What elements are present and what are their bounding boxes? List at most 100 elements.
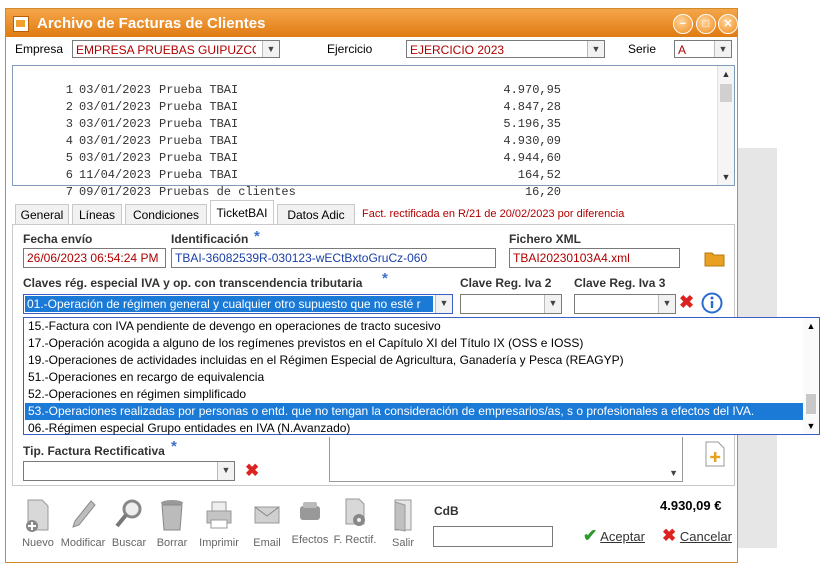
ejercicio-select[interactable]: EJERCICIO 2023 ▼: [406, 40, 605, 58]
invoice-amount: 164,52: [517, 168, 561, 182]
notes-textarea[interactable]: ▼: [329, 437, 683, 482]
list-item[interactable]: 2 03/01/2023 Prueba TBAI 4.847,28: [13, 86, 561, 114]
invoice-date: 03/01/2023: [79, 134, 152, 148]
clave-reg-iva3-label: Clave Reg. Iva 3: [574, 276, 666, 290]
window-title: Archivo de Facturas de Clientes: [37, 15, 266, 32]
add-document-icon[interactable]: [704, 441, 726, 467]
nuevo-button[interactable]: Nuevo: [16, 494, 60, 554]
borrar-button[interactable]: Borrar: [150, 494, 194, 554]
serie-value: A: [678, 43, 687, 57]
fecha-envio-field[interactable]: 26/06/2023 06:54:24 PM: [23, 248, 166, 268]
imprimir-button[interactable]: Imprimir: [197, 494, 241, 554]
cancelar-label: Cancelar: [679, 529, 732, 544]
stack-icon: [300, 502, 320, 520]
clear-icon[interactable]: ✖: [679, 292, 694, 313]
dropdown-option[interactable]: 06.-Régimen especial Grupo entidades en …: [25, 420, 806, 437]
tab-general[interactable]: General: [15, 204, 69, 225]
dropdown-option[interactable]: 17.-Operación acogida a alguno de los re…: [25, 335, 806, 352]
invoice-amount: 16,20: [524, 185, 561, 199]
invoice-amount: 4.847,28: [503, 100, 561, 114]
empresa-select[interactable]: EMPRESA PRUEBAS GUIPUZCOA ▼: [72, 40, 280, 58]
app-icon: [13, 16, 29, 32]
chevron-down-icon[interactable]: ▼: [262, 41, 279, 57]
identificacion-label: Identificación: [171, 232, 249, 246]
list-item[interactable]: 3 03/01/2023 Prueba TBAI 5.196,35: [13, 103, 561, 131]
dropdown-option[interactable]: 52.-Operaciones en régimen simplificado: [25, 386, 806, 403]
aceptar-button[interactable]: ✔ Aceptar: [583, 526, 645, 546]
doc-gear-icon: [345, 498, 365, 526]
scroll-up-icon[interactable]: ▲: [718, 67, 734, 81]
invoice-date: 11/04/2023: [79, 168, 152, 182]
info-icon[interactable]: [701, 292, 723, 314]
chevron-down-icon[interactable]: ▼: [587, 41, 604, 57]
list-item[interactable]: 7 09/01/2023 Pruebas de clientes 16,20: [13, 171, 561, 199]
dropdown-option[interactable]: 51.-Operaciones en recargo de equivalenc…: [25, 369, 806, 386]
scroll-down-icon[interactable]: ▼: [718, 170, 734, 184]
tab-ticketbai[interactable]: TicketBAI: [210, 200, 274, 226]
serie-select[interactable]: A ▼: [674, 40, 732, 58]
invoice-list[interactable]: 1 03/01/2023 Prueba TBAI 4.970,95 2 03/01/20…: [12, 65, 735, 199]
maximize-button[interactable]: □: [696, 14, 716, 34]
required-star-icon: *: [171, 438, 177, 455]
title-bar[interactable]: Archivo de Facturas de Clientes − □ ✕: [6, 9, 738, 37]
identificacion-field[interactable]: TBAI-36082539R-030123-wECtBxtoGruCz-060: [171, 248, 496, 268]
list-item[interactable]: 6 11/04/2023 Prueba TBAI 164,52: [13, 154, 561, 182]
claves-label: Claves rég. especial IVA y op. con trans…: [23, 276, 363, 290]
fichero-xml-label: Fichero XML: [509, 232, 582, 246]
invoice-desc: Prueba TBAI: [159, 83, 239, 97]
invoice-date: 03/01/2023: [79, 100, 152, 114]
invoice-amount: 4.930,09: [503, 134, 561, 148]
tip-factura-label: Tip. Factura Rectificativa: [23, 444, 165, 458]
tip-factura-select[interactable]: ▼: [23, 461, 235, 481]
pencil-icon: [72, 500, 96, 528]
modificar-button[interactable]: Modificar: [61, 494, 105, 554]
scroll-down-icon[interactable]: ▼: [803, 419, 819, 433]
f-rectif-button[interactable]: F. Rectif.: [333, 492, 377, 552]
fecha-envio-label: Fecha envío: [23, 232, 93, 246]
chevron-down-icon[interactable]: ▼: [669, 468, 678, 478]
efectos-button[interactable]: Efectos: [288, 492, 332, 552]
chevron-down-icon[interactable]: ▼: [714, 41, 731, 57]
fichero-xml-field[interactable]: TBAI20230103A4.xml: [509, 248, 680, 268]
invoice-date: 03/01/2023: [79, 151, 152, 165]
invoice-date: 09/01/2023: [79, 185, 152, 199]
required-star-icon: *: [382, 270, 388, 287]
cdb-label: CdB: [434, 504, 459, 518]
salir-button[interactable]: Salir: [381, 494, 425, 554]
tab-datos-adic[interactable]: Datos Adic: [277, 204, 355, 225]
cancelar-button[interactable]: ✖ Cancelar: [662, 526, 732, 546]
door-icon: [394, 499, 412, 532]
list-item[interactable]: 5 03/01/2023 Prueba TBAI 4.944,60: [13, 137, 561, 165]
close-button[interactable]: ✕: [718, 14, 738, 34]
list-scrollbar[interactable]: ▲ ▼: [717, 66, 734, 185]
folder-icon[interactable]: [704, 250, 726, 267]
clave-regimen-dropdown[interactable]: 15.-Factura con IVA pendiente de devengo…: [23, 317, 820, 435]
chevron-down-icon[interactable]: ▼: [658, 295, 675, 313]
tab-condiciones[interactable]: Condiciones: [125, 204, 207, 225]
invoice-desc: Prueba TBAI: [159, 151, 239, 165]
list-item[interactable]: 4 03/01/2023 Prueba TBAI 4.930,09: [13, 120, 561, 148]
chevron-down-icon[interactable]: ▼: [217, 462, 234, 480]
tab-lineas[interactable]: Líneas: [72, 204, 122, 225]
clave-reg-iva2-select[interactable]: ▼: [460, 294, 562, 314]
scroll-up-icon[interactable]: ▲: [803, 319, 819, 333]
scroll-thumb[interactable]: [806, 394, 816, 414]
cdb-input[interactable]: [433, 526, 553, 547]
scroll-thumb[interactable]: [720, 84, 732, 102]
chevron-down-icon[interactable]: ▼: [435, 295, 452, 313]
chevron-down-icon[interactable]: ▼: [544, 295, 561, 313]
minimize-button[interactable]: −: [673, 14, 693, 34]
clave-regimen-select[interactable]: 01.-Operación de régimen general y cualq…: [23, 294, 453, 314]
invoice-desc: Pruebas de clientes: [159, 185, 296, 199]
envelope-icon: [254, 506, 280, 524]
dropdown-scrollbar[interactable]: ▲ ▼: [803, 318, 819, 434]
empresa-value: EMPRESA PRUEBAS GUIPUZCOA: [76, 43, 256, 57]
invoice-desc: Prueba TBAI: [159, 168, 239, 182]
clear-icon[interactable]: ✖: [245, 461, 259, 481]
list-item[interactable]: 1 03/01/2023 Prueba TBAI 4.970,95: [13, 69, 561, 97]
dropdown-option[interactable]: 15.-Factura con IVA pendiente de devengo…: [25, 318, 806, 335]
invoice-date: 03/01/2023: [79, 117, 152, 131]
dropdown-option[interactable]: 19.-Operaciones de actividades incluidas…: [25, 352, 806, 369]
clave-reg-iva3-select[interactable]: ▼: [574, 294, 676, 314]
dropdown-option-selected[interactable]: 53.-Operaciones realizadas por personas …: [25, 403, 806, 420]
